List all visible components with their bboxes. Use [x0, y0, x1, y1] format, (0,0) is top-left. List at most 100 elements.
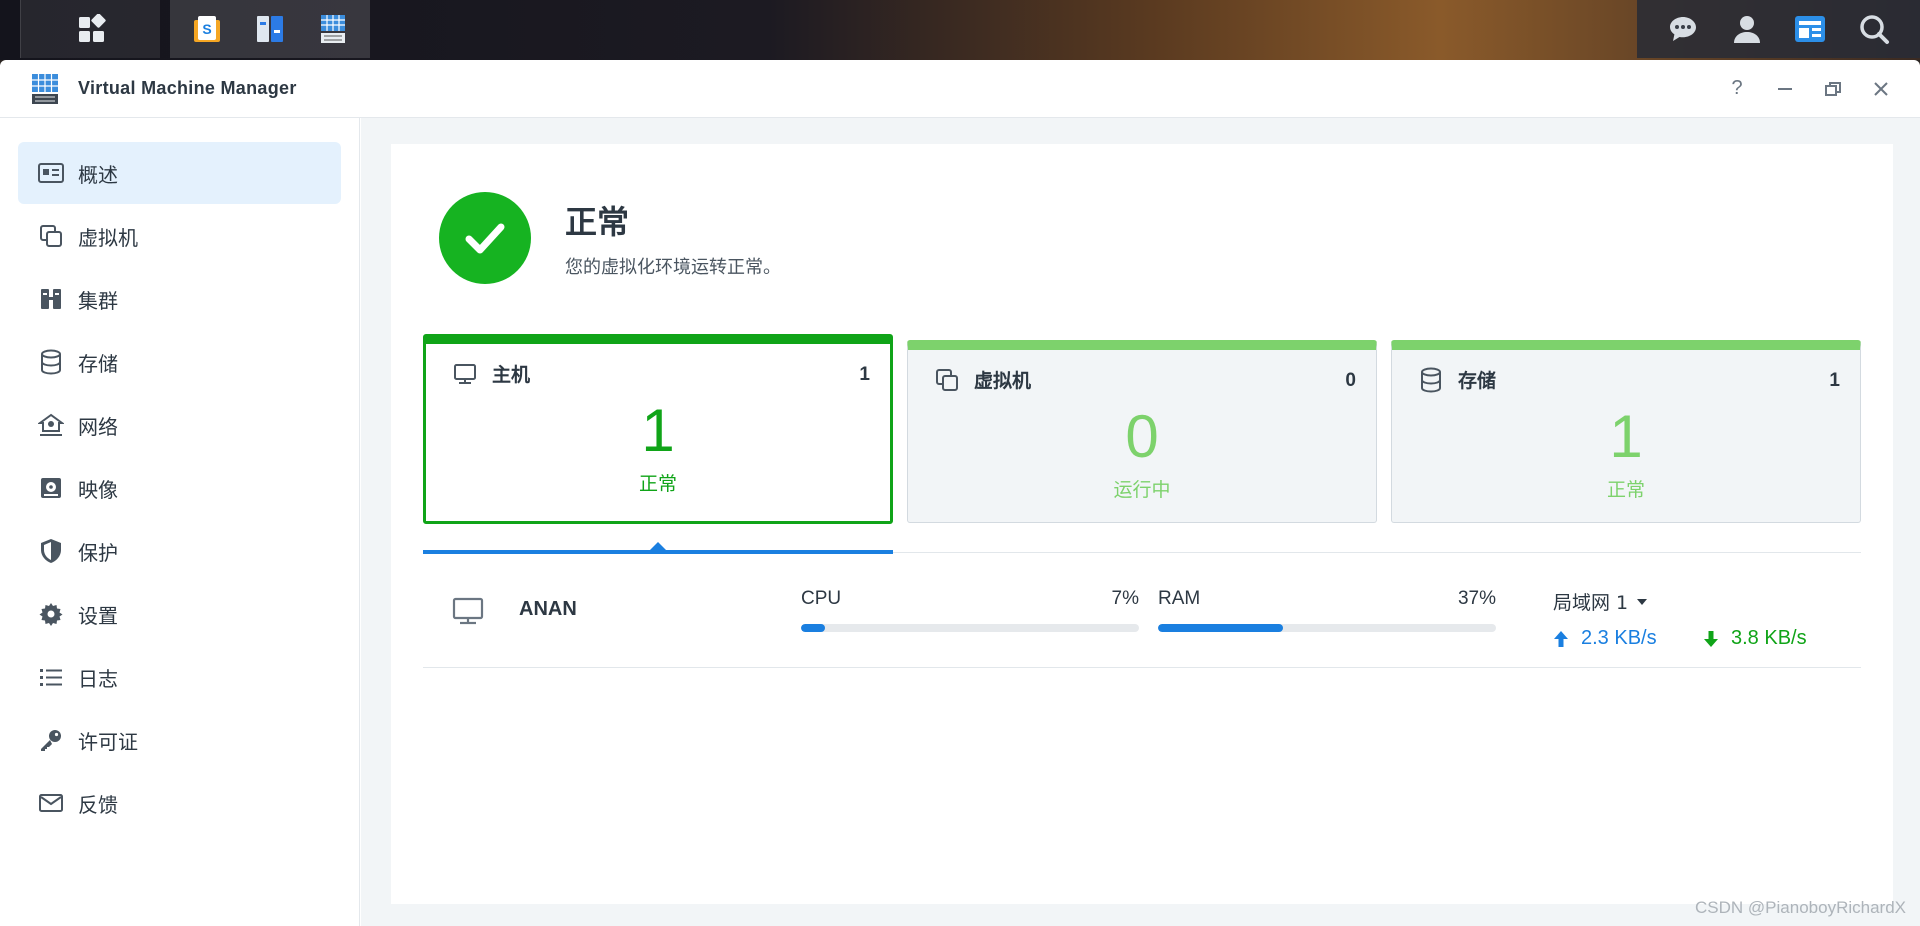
card-host[interactable]: 主机 1 1 正常: [423, 334, 893, 524]
card-name: 虚拟机: [974, 370, 1032, 392]
card-name: 主机: [492, 364, 531, 386]
cpu-usage-fill: [801, 624, 825, 632]
card-big-number: 1: [641, 397, 675, 464]
arrow-down-icon: [1704, 630, 1718, 647]
card-big-number: 0: [1125, 403, 1159, 470]
sidebar-item-feedback[interactable]: 反馈: [18, 772, 341, 834]
card-count: 0: [1345, 370, 1356, 391]
sidebar-item-label: 设置: [78, 603, 118, 628]
card-count: 1: [1829, 370, 1840, 391]
storage-icon: [38, 349, 64, 375]
restore-icon: [1825, 81, 1841, 96]
vmm-window: Virtual Machine Manager ? 概述 虚拟机 集群 存储 网…: [0, 60, 1920, 926]
taskbar: S: [0, 0, 1920, 60]
network-icon: [38, 412, 64, 438]
cpu-metric: CPU 7%: [801, 588, 1139, 632]
vmm-icon[interactable]: [315, 11, 351, 47]
watermark: CSDN @PianoboyRichardX: [1695, 898, 1906, 917]
shield-icon: [38, 538, 64, 564]
ram-label: RAM: [1158, 588, 1201, 609]
cpu-value: 7%: [1111, 588, 1139, 609]
virtual-machine-icon: [38, 223, 64, 249]
sidebar-item-license[interactable]: 许可证: [18, 709, 341, 771]
sidebar-item-log[interactable]: 日志: [18, 646, 341, 708]
overview-panel: 正常 您的虚拟化环境运转正常。 主机 1 1 正常 虚拟机 0 0 运行中 存储…: [391, 144, 1893, 904]
ram-metric: RAM 37%: [1158, 588, 1496, 632]
sidebar-item-overview[interactable]: 概述: [18, 142, 341, 204]
widgets-icon[interactable]: [1791, 10, 1829, 48]
key-icon: [38, 727, 64, 753]
sidebar-item-label: 日志: [78, 666, 118, 691]
upload-rate: 2.3 KB/s: [1553, 627, 1703, 650]
status-title: 正常: [565, 203, 630, 241]
sidebar-item-label: 虚拟机: [78, 225, 138, 250]
sidebar-item-cluster[interactable]: 集群: [18, 268, 341, 330]
sidebar-item-virtual-machine[interactable]: 虚拟机: [18, 205, 341, 267]
ram-value: 37%: [1457, 588, 1496, 609]
restore-button[interactable]: [1822, 78, 1844, 100]
cluster-icon: [38, 286, 64, 312]
sidebar-item-label: 保护: [78, 540, 118, 565]
cpu-usage-bar: [801, 624, 1139, 632]
health-status: 正常 您的虚拟化环境运转正常。: [439, 192, 781, 284]
help-button[interactable]: ?: [1726, 77, 1748, 100]
upload-rate-value: 2.3 KB/s: [1581, 627, 1657, 649]
taskbar-tray: [1637, 0, 1920, 58]
minimize-button[interactable]: [1774, 78, 1796, 100]
svg-text:S: S: [203, 21, 212, 37]
ram-usage-bar: [1158, 624, 1496, 632]
gear-icon: [38, 601, 64, 627]
card-virtual-machine[interactable]: 虚拟机 0 0 运行中: [907, 340, 1377, 523]
overview-icon: [38, 160, 64, 186]
network-select-value: 局域网 1: [1553, 592, 1629, 614]
package-center-icon[interactable]: S: [189, 11, 225, 47]
caret-down-icon: [1637, 598, 1648, 605]
card-big-number: 1: [1609, 403, 1643, 470]
arrow-up-icon: [1554, 630, 1568, 647]
host-name: ANAN: [519, 598, 577, 620]
close-icon: [1874, 81, 1888, 96]
ram-usage-fill: [1158, 624, 1284, 632]
taskbar-apps: S: [170, 0, 370, 58]
card-storage[interactable]: 存储 1 1 正常: [1391, 340, 1861, 523]
status-check-icon: [439, 192, 531, 284]
sidebar-item-label: 集群: [78, 288, 118, 313]
image-icon: [38, 475, 64, 501]
sidebar: 概述 虚拟机 集群 存储 网络 映像 保护 设置 日志 许可证 反馈: [0, 118, 360, 926]
control-panel-icon[interactable]: [252, 11, 288, 47]
window-titlebar[interactable]: Virtual Machine Manager ?: [0, 60, 1920, 118]
network-select[interactable]: 局域网 1: [1553, 588, 1853, 615]
sidebar-item-label: 概述: [78, 162, 118, 187]
chat-icon[interactable]: [1664, 10, 1702, 48]
sidebar-item-network[interactable]: 网络: [18, 394, 341, 456]
close-button[interactable]: [1870, 78, 1892, 100]
window-title: Virtual Machine Manager: [78, 78, 297, 98]
minimize-icon: [1778, 87, 1792, 90]
sidebar-item-label: 反馈: [78, 792, 118, 817]
status-description: 您的虚拟化环境运转正常。: [565, 257, 781, 278]
card-subtitle: 运行中: [1113, 479, 1171, 501]
mail-icon: [38, 790, 64, 816]
card-name: 存储: [1458, 370, 1497, 392]
sidebar-item-image[interactable]: 映像: [18, 457, 341, 519]
card-subtitle: 正常: [638, 473, 677, 495]
network-metric: 局域网 1 2.3 KB/s 3.8 KB/s: [1553, 588, 1853, 650]
search-icon[interactable]: [1855, 10, 1893, 48]
sidebar-item-storage[interactable]: 存储: [18, 331, 341, 393]
sidebar-item-label: 映像: [78, 477, 118, 502]
download-rate-value: 3.8 KB/s: [1731, 627, 1807, 649]
cpu-label: CPU: [801, 588, 842, 609]
sidebar-item-settings[interactable]: 设置: [18, 583, 341, 645]
user-icon[interactable]: [1728, 10, 1766, 48]
download-rate: 3.8 KB/s: [1703, 627, 1853, 650]
vmm-icon: [32, 73, 58, 104]
active-tab-caret: [650, 542, 666, 550]
summary-cards: 主机 1 1 正常 虚拟机 0 0 运行中 存储 1 1 正常: [423, 334, 1861, 560]
card-count: 1: [859, 364, 870, 385]
host-row[interactable]: ANAN CPU 7% RAM 37% 局域网 1 2.3 KB/s 3.8 K…: [423, 554, 1861, 668]
grid-icon: [78, 14, 106, 42]
sidebar-item-label: 存储: [78, 351, 118, 376]
main-menu-button[interactable]: [20, 0, 160, 58]
sidebar-item-protection[interactable]: 保护: [18, 520, 341, 582]
main-content: 正常 您的虚拟化环境运转正常。 主机 1 1 正常 虚拟机 0 0 运行中 存储…: [361, 118, 1920, 926]
